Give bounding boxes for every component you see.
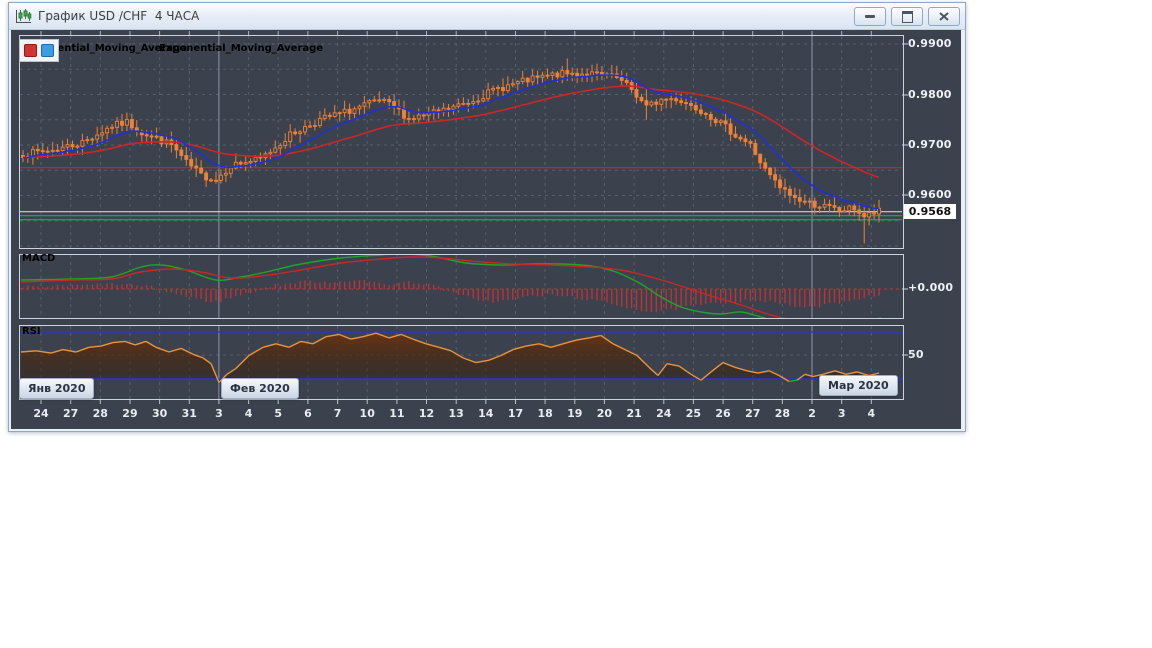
close-button[interactable] [928, 7, 960, 26]
window-titlebar[interactable]: График USD /CHF 4 ЧАСА [9, 3, 965, 30]
window-controls [854, 7, 960, 26]
restore-icon [901, 10, 913, 23]
chart-canvas[interactable] [11, 30, 961, 429]
minimize-button[interactable] [854, 7, 886, 26]
macd-pane-layer [20, 255, 902, 318]
rsi-pane-layer [20, 331, 902, 383]
window-title: График USD /CHF 4 ЧАСА [38, 9, 200, 23]
candlestick-chart-icon [16, 8, 32, 23]
close-icon [939, 12, 949, 21]
macd-line [20, 255, 881, 318]
price-pane-layer [20, 58, 902, 244]
macd-signal-line [20, 256, 787, 318]
macd-histogram [22, 280, 880, 313]
rsi-fill [21, 333, 879, 383]
chart-area: Exponential_Moving_Average Exponential_M… [11, 30, 961, 429]
minimize-icon [865, 15, 875, 18]
restore-button[interactable] [891, 7, 923, 26]
chart-window: График USD /CHF 4 ЧАСА Exponential_Movin… [8, 2, 966, 432]
